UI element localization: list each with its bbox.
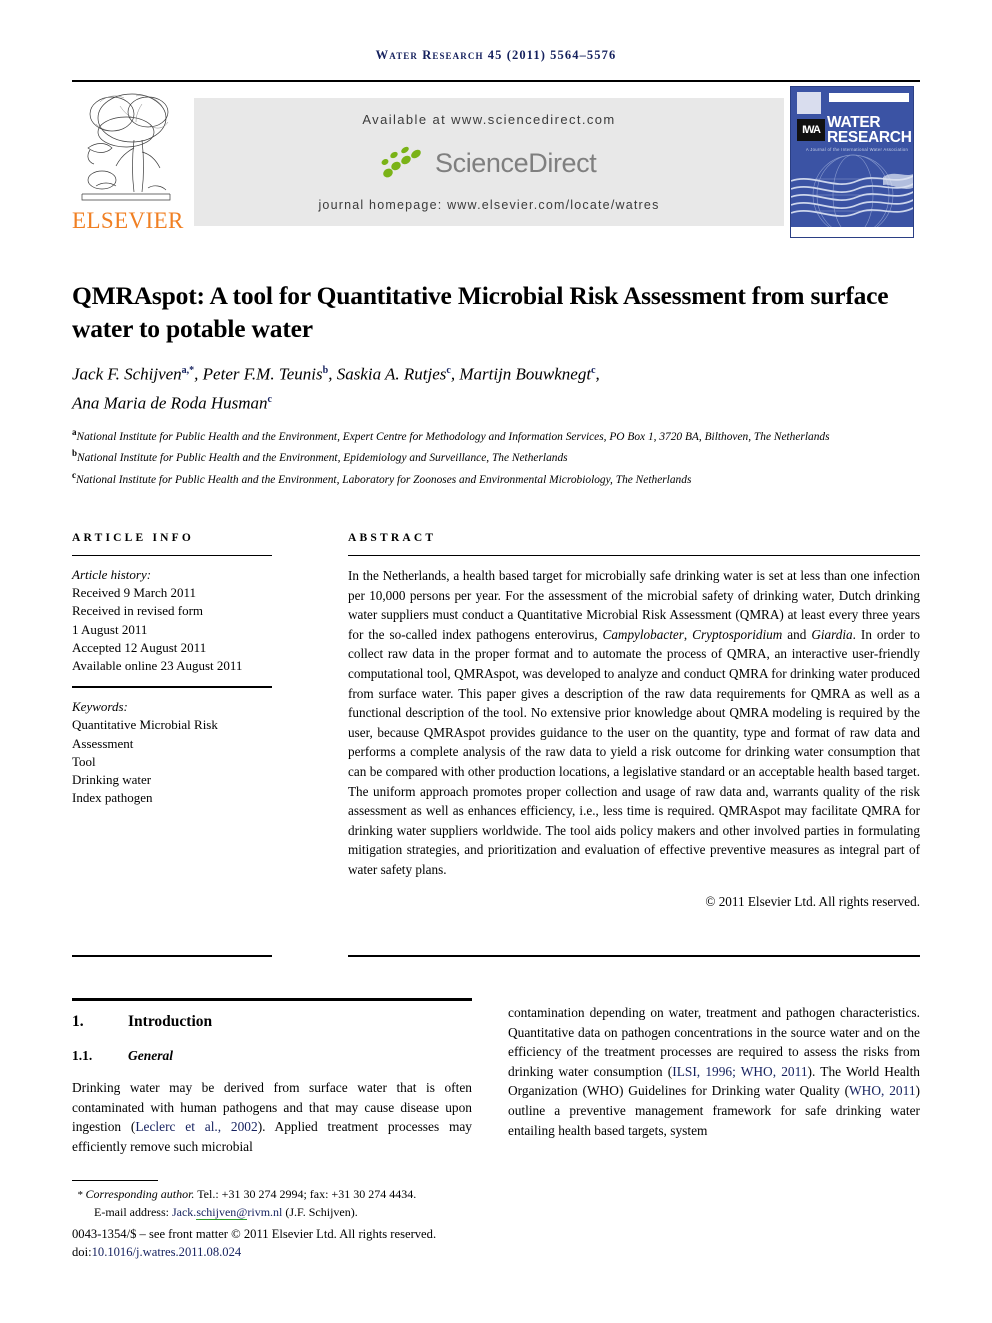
affiliation-text: National Institute for Public Health and… xyxy=(76,473,692,486)
taxon-name: Cryptosporidium xyxy=(692,626,783,642)
keyword-item: Quantitative Microbial Risk xyxy=(72,717,218,733)
cover-title: WATER RESEARCH xyxy=(827,114,912,146)
running-head-journal: Water Research xyxy=(375,48,484,62)
author-name: Ana Maria de Roda Husman xyxy=(72,393,268,413)
section-heading-introduction: 1. Introduction xyxy=(72,1013,472,1031)
masthead: ELSEVIER Available at www.sciencedirect.… xyxy=(72,86,920,238)
elsevier-tree-icon xyxy=(76,88,176,208)
citation-link[interactable]: WHO, 2011 xyxy=(849,1083,916,1098)
corresponding-author-note: * Corresponding author. Tel.: +31 30 274… xyxy=(77,1187,417,1201)
keyword-item: Drinking water xyxy=(72,772,152,788)
iwa-logo-icon: IWA xyxy=(797,119,825,141)
history-item: Available online 23 August 2011 xyxy=(72,658,243,674)
issn-copyright-line: 0043-1354/$ – see front matter © 2011 El… xyxy=(72,1227,437,1241)
cover-title-line2: RESEARCH xyxy=(827,129,912,146)
author-name: Jack F. Schijven xyxy=(72,364,182,384)
keyword-item: Assessment xyxy=(72,735,134,751)
affiliation-item: bNational Institute for Public Health an… xyxy=(72,445,920,466)
cover-bottom-bar xyxy=(791,227,913,237)
history-item: Accepted 12 August 2011 xyxy=(72,639,207,655)
cover-tagline: A Journal of the International Water Ass… xyxy=(805,147,909,152)
elsevier-wordmark: ELSEVIER xyxy=(72,208,184,233)
citation-link[interactable]: ILSI, 1996; WHO, 2011 xyxy=(672,1064,807,1079)
email-note: E-mail address: Jack.schijven@rivm.nl (J… xyxy=(94,1204,358,1220)
introduction-rule xyxy=(72,998,472,1001)
journal-homepage-text: journal homepage: www.elsevier.com/locat… xyxy=(318,198,660,212)
affiliation-text: National Institute for Public Health and… xyxy=(76,430,830,443)
history-item: 1 August 2011 xyxy=(72,621,148,637)
keyword-item: Tool xyxy=(72,753,96,769)
email-link[interactable]: Jack.schijven@rivm.nl xyxy=(172,1204,282,1220)
available-at-text: Available at www.sciencedirect.com xyxy=(362,112,616,127)
header-rule xyxy=(72,80,920,82)
citation-link[interactable]: Leclerc et al., 2002 xyxy=(135,1119,257,1134)
cover-elsevier-mark-icon xyxy=(797,92,821,114)
subsection-heading-general: 1.1. General xyxy=(72,1048,472,1064)
body-column-right: contamination depending on water, treatm… xyxy=(508,1003,920,1140)
author-list: Jack F. Schijvena,*, Peter F.M. Teunisb,… xyxy=(72,358,920,415)
author-name: Saskia A. Rutjes xyxy=(336,364,447,384)
running-head: Water Research 45 (2011) 5564–5576 xyxy=(72,48,920,63)
subsection-number: 1.1. xyxy=(72,1048,93,1063)
asterisk-marker: * xyxy=(77,1189,83,1201)
footnote-block: * Corresponding author. Tel.: +31 30 274… xyxy=(72,1186,502,1261)
elsevier-logo: ELSEVIER xyxy=(72,86,184,238)
article-info-column: ARTICLE INFO Article history: Received 9… xyxy=(72,532,272,807)
sciencedirect-logo: ScienceDirect xyxy=(379,146,609,186)
article-info-heading: ARTICLE INFO xyxy=(72,532,195,544)
section-number: 1. xyxy=(72,1013,84,1030)
keywords-rule xyxy=(72,686,272,689)
author-name: Peter F.M. Teunis xyxy=(202,364,323,384)
article-info-rule xyxy=(72,555,272,556)
cover-title-line1: WATER xyxy=(827,114,881,131)
abstract-column: ABSTRACT In the Netherlands, a health ba… xyxy=(348,532,920,910)
abstract-text: In the Netherlands, a health based targe… xyxy=(348,568,921,877)
author-affil-marker: c xyxy=(267,393,272,405)
taxon-name: Campylobacter xyxy=(602,626,684,642)
running-head-volume: 45 (2011) 5564–5576 xyxy=(487,48,617,62)
footnote-rule xyxy=(72,1180,158,1181)
sciencedirect-leaves-icon xyxy=(381,146,421,178)
history-item: Received 9 March 2011 xyxy=(72,585,197,601)
abstract-copyright: © 2011 Elsevier Ltd. All rights reserved… xyxy=(705,893,920,909)
history-item: Received in revised form xyxy=(72,603,204,619)
author-affil-marker: a,* xyxy=(181,365,195,376)
cover-top-bar xyxy=(829,93,909,102)
section-title: Introduction xyxy=(128,1013,213,1030)
taxon-name: Giardia xyxy=(811,626,853,642)
author-line-1: Jack F. Schijvena,*, Peter F.M. Teunisb,… xyxy=(72,364,600,384)
affiliation-text: National Institute for Public Health and… xyxy=(77,452,568,465)
journal-cover-thumbnail: IWA WATER RESEARCH A Journal of the Inte… xyxy=(790,86,914,238)
page-title: QMRAspot: A tool for Quantitative Microb… xyxy=(72,281,889,344)
author-line-2: Ana Maria de Roda Husmanc xyxy=(72,387,920,416)
article-history-label: Article history: xyxy=(72,567,152,582)
info-column-bottom-rule xyxy=(72,955,272,957)
subsection-title: General xyxy=(128,1048,173,1063)
keywords-label: Keywords: xyxy=(72,699,128,715)
affiliation-item: aNational Institute for Public Health an… xyxy=(72,424,920,445)
abstract-rule xyxy=(348,555,920,556)
cover-globe-waves-graphic xyxy=(791,154,913,233)
body-paragraph: Drinking water may be derived from surfa… xyxy=(72,1080,473,1154)
doi-line[interactable]: doi:10.1016/j.watres.2011.08.024 xyxy=(72,1244,502,1262)
affiliation-list: aNational Institute for Public Health an… xyxy=(72,424,920,488)
paper-page: Water Research 45 (2011) 5564–5576 ELSEV… xyxy=(0,0,992,1323)
sciencedirect-band: Available at www.sciencedirect.com Scien… xyxy=(194,98,784,226)
doi-value: 10.1016/j.watres.2011.08.024 xyxy=(91,1244,242,1259)
keywords-block: Keywords: Quantitative Microbial Risk As… xyxy=(72,698,272,807)
sciencedirect-wordmark: ScienceDirect xyxy=(435,148,597,178)
keyword-item: Index pathogen xyxy=(72,790,153,806)
author-name: Martijn Bouwknegt xyxy=(459,364,592,384)
body-column-left: 1. Introduction 1.1. General Drinking wa… xyxy=(72,1003,472,1156)
article-history-block: Article history: Received 9 March 2011 R… xyxy=(72,566,272,675)
affiliation-item: cNational Institute for Public Health an… xyxy=(72,467,920,488)
body-paragraph: contamination depending on water, treatm… xyxy=(508,1005,920,1138)
abstract-heading: ABSTRACT xyxy=(348,532,437,544)
abstract-column-bottom-rule xyxy=(348,955,920,957)
